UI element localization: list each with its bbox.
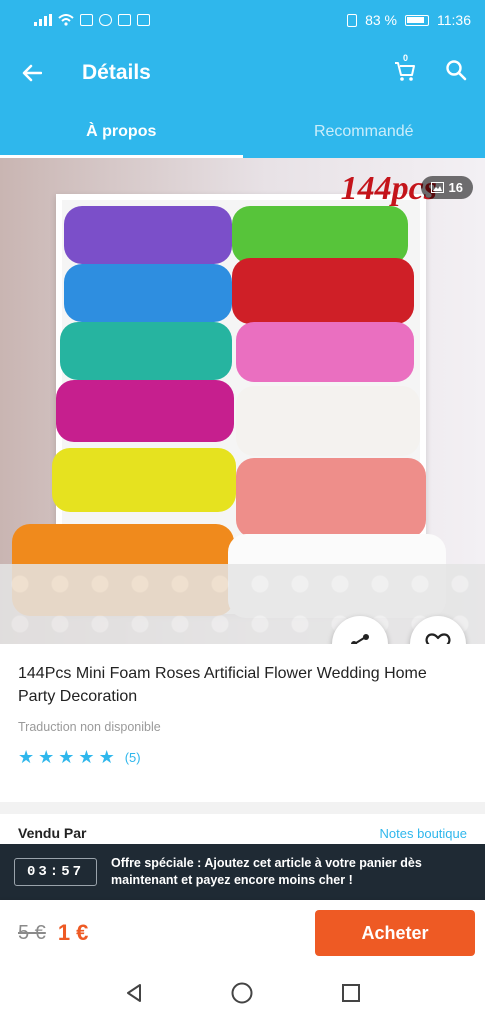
star-icon: ★ <box>18 747 35 767</box>
nav-home-button[interactable] <box>230 981 254 1010</box>
section-divider <box>0 802 485 814</box>
cart-button[interactable]: 0 <box>393 53 417 88</box>
ms-icon <box>137 14 150 26</box>
countdown-timer: 03:57 <box>14 858 98 886</box>
photo-count: 16 <box>448 180 463 195</box>
roses-magenta <box>56 380 234 442</box>
rating[interactable]: ★ ★ ★ ★ ★ (5) <box>18 748 467 766</box>
roses-teal <box>60 322 232 380</box>
offer-text: Offre spéciale : Ajoutez cet article à v… <box>111 856 422 887</box>
current-price: 1 € <box>57 920 89 945</box>
status-left-icons <box>34 14 150 26</box>
battery-icon <box>405 14 429 26</box>
tab-bar: À propos Recommandé <box>0 106 485 158</box>
notification-icon <box>80 14 93 26</box>
star-icon: ★ <box>78 747 95 767</box>
back-button[interactable] <box>0 64 64 82</box>
vibrate-icon <box>347 13 358 27</box>
star-icon: ★ <box>58 747 75 767</box>
back-arrow-icon <box>22 64 42 82</box>
roses-yellow <box>52 448 236 512</box>
product-image[interactable]: 144pcs 16 <box>0 158 485 644</box>
app-actions: 0 <box>393 53 467 88</box>
roses-red <box>232 258 414 324</box>
product-title: 144Pcs Mini Foam Roses Artificial Flower… <box>18 665 427 705</box>
circle-home-icon <box>231 982 253 1003</box>
store-ratings-link[interactable]: Notes boutique <box>380 826 467 841</box>
system-nav-bar <box>0 966 485 1024</box>
star-icon: ★ <box>38 747 55 767</box>
special-offer-banner[interactable]: 03:57 Offre spéciale : Ajoutez cet artic… <box>0 844 485 906</box>
buy-button[interactable]: Acheter <box>315 910 475 956</box>
old-price: 5 € <box>18 921 46 944</box>
page-title: Détails <box>82 61 151 84</box>
clock: 11:36 <box>437 12 471 28</box>
roses-salmon <box>236 458 426 538</box>
nav-back-button[interactable] <box>123 982 145 1009</box>
status-bar: 83 % 11:36 <box>0 0 485 40</box>
roses-green <box>232 206 408 264</box>
search-icon <box>446 59 467 80</box>
seller-label: Vendu Par <box>18 825 87 841</box>
search-button[interactable] <box>445 59 467 88</box>
roses-blue <box>64 264 232 322</box>
roses-pink <box>236 322 414 382</box>
purchase-bar: 5 € 1 € Acheter <box>0 900 485 966</box>
seller-row: Vendu Par Notes boutique <box>0 820 485 846</box>
heart-icon <box>425 633 451 644</box>
battery-text: 83 % <box>365 12 397 28</box>
app-bar: Détails 0 <box>0 40 485 106</box>
photo-count-badge[interactable]: 16 <box>420 176 473 199</box>
roses-white <box>236 386 420 456</box>
tab-a-propos[interactable]: À propos <box>0 106 243 158</box>
tab-recommande[interactable]: Recommandé <box>243 106 485 158</box>
cart-badge: 0 <box>403 52 409 63</box>
translation-note: Traduction non disponible <box>18 720 161 734</box>
product-details: 144Pcs Mini Foam Roses Artificial Flower… <box>0 644 485 766</box>
shield-icon <box>99 14 112 26</box>
rating-count: (5) <box>124 749 141 765</box>
signal-icon <box>34 14 52 26</box>
triangle-back-icon <box>126 983 141 1002</box>
share-icon <box>351 634 369 644</box>
star-icon: ★ <box>98 747 115 767</box>
square-recents-icon <box>342 983 361 1002</box>
status-right: 83 % 11:36 <box>347 12 471 28</box>
roses-purple <box>64 206 232 264</box>
facebook-icon <box>118 14 131 26</box>
image-gallery-icon <box>430 182 444 193</box>
nav-recents-button[interactable] <box>340 982 362 1009</box>
wifi-icon <box>58 14 74 26</box>
